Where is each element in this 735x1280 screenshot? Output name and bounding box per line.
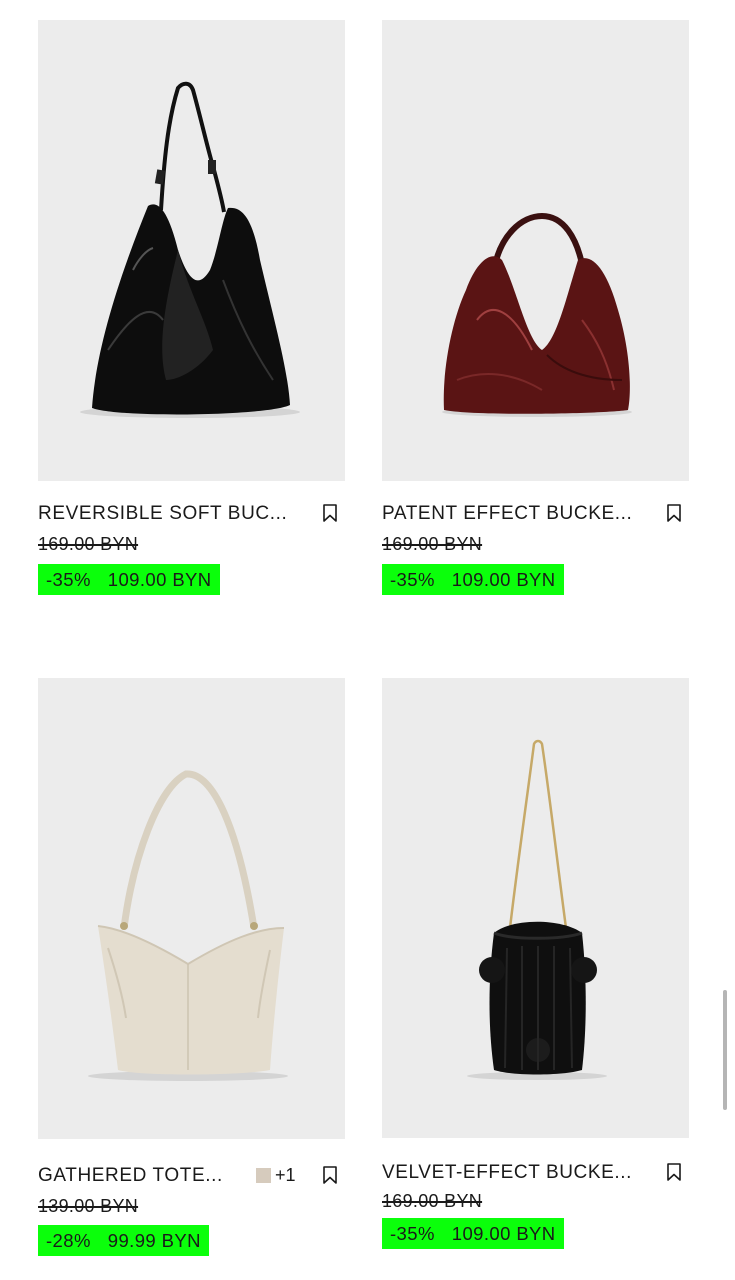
more-colors-count[interactable]: +1 bbox=[275, 1165, 296, 1186]
sale-price: 99.99 BYN bbox=[107, 1229, 201, 1251]
product-name[interactable]: GATHERED TOTE... bbox=[38, 1164, 223, 1188]
product-grid: REVERSIBLE SOFT BUC... 169.00 BYN -35% 1… bbox=[0, 0, 735, 1280]
original-price: 169.00 BYN bbox=[38, 534, 139, 554]
sale-price: 109.00 BYN bbox=[451, 1222, 556, 1244]
product-image[interactable] bbox=[38, 678, 345, 1139]
bookmark-icon[interactable] bbox=[665, 503, 683, 523]
sale-price: 109.00 BYN bbox=[107, 568, 212, 590]
sale-price: 109.00 BYN bbox=[451, 568, 556, 590]
color-swatch[interactable] bbox=[256, 1168, 271, 1183]
sale-price-badge: -35% 109.00 BYN bbox=[38, 564, 220, 595]
bookmark-icon[interactable] bbox=[321, 1165, 339, 1185]
discount-percent: -28% bbox=[46, 1229, 91, 1251]
color-options[interactable]: +1 bbox=[256, 1165, 296, 1186]
product-card: PATENT EFFECT BUCKE... 169.00 BYN -35% 1… bbox=[382, 20, 689, 595]
discount-percent: -35% bbox=[390, 1222, 435, 1244]
product-image[interactable] bbox=[382, 20, 689, 481]
product-image[interactable] bbox=[382, 678, 689, 1138]
sale-price-badge: -35% 109.00 BYN bbox=[382, 1218, 564, 1249]
product-name[interactable]: REVERSIBLE SOFT BUC... bbox=[38, 502, 287, 526]
original-price: 139.00 BYN bbox=[38, 1196, 139, 1216]
bag-image-burgundy-hobo bbox=[442, 212, 632, 417]
product-name[interactable]: PATENT EFFECT BUCKE... bbox=[382, 502, 632, 526]
bookmark-icon[interactable] bbox=[321, 503, 339, 523]
product-image[interactable] bbox=[38, 20, 345, 481]
bag-image-black-velvet-bucket bbox=[467, 739, 607, 1080]
bag-image-cream-tote bbox=[88, 770, 288, 1081]
sale-price-badge: -28% 99.99 BYN bbox=[38, 1225, 209, 1256]
product-card: VELVET-EFFECT BUCKE... 169.00 BYN -35% 1… bbox=[382, 678, 689, 1251]
bookmark-icon[interactable] bbox=[665, 1162, 683, 1182]
product-card: REVERSIBLE SOFT BUC... 169.00 BYN -35% 1… bbox=[38, 20, 345, 595]
sale-price-badge: -35% 109.00 BYN bbox=[382, 564, 564, 595]
original-price: 169.00 BYN bbox=[382, 1191, 483, 1211]
original-price: 169.00 BYN bbox=[382, 534, 483, 554]
discount-percent: -35% bbox=[390, 568, 435, 590]
discount-percent: -35% bbox=[46, 568, 91, 590]
product-name[interactable]: VELVET-EFFECT BUCKE... bbox=[382, 1161, 632, 1185]
product-card: GATHERED TOTE... +1 139.00 BYN -28% 99.9… bbox=[38, 678, 345, 1256]
bag-image-black-hobo bbox=[80, 81, 300, 418]
scrollbar[interactable] bbox=[723, 990, 727, 1110]
